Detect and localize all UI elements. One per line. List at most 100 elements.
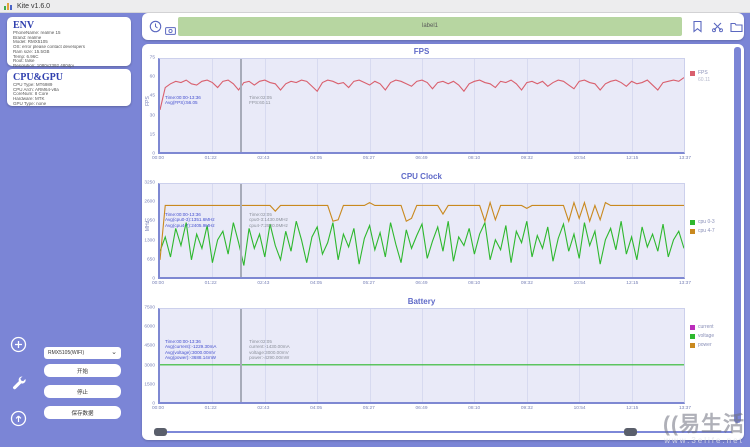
cursor-tooltip: Time:02:05 cpu0-3:1430.0MHz cpu4-7:2500.0M…	[249, 212, 288, 228]
legend-item[interactable]: power	[690, 342, 734, 348]
x-tick-label: 00:00	[151, 406, 165, 411]
toolbar: label1	[142, 13, 744, 40]
legend-label: FPS	[698, 70, 708, 76]
x-tick-label: 04:05	[310, 156, 323, 161]
cursor-tooltip: Time:02:05 current:-1430.00mA voltage:3000…	[249, 339, 290, 361]
cpu-gpu-info-list: CPU Type: MT6989 CPU Arch: ARM64-v8a CoreN…	[13, 83, 125, 107]
window-title: Kite v1.6.0	[17, 2, 51, 10]
x-tick-label: 13:37	[678, 281, 692, 286]
x-tick-label: 01:22	[204, 156, 217, 161]
y-axis: 7500 6000 4500 3000 1500 0	[142, 305, 156, 407]
legend-label: power	[698, 342, 712, 348]
x-tick-label: 13:37	[678, 406, 692, 411]
env-panel-title: ENV	[13, 20, 35, 31]
cloud-upload-button[interactable]	[10, 410, 27, 427]
x-tick-label: 04:05	[310, 281, 323, 286]
add-device-button[interactable]	[10, 336, 27, 353]
x-tick-label: 06:49	[415, 156, 428, 161]
y-tick-label: 1300	[144, 238, 155, 244]
avg-tooltip: Time:00:00-13:36 Avg(current):-1229.30mA A…	[165, 339, 217, 361]
chart-legend: FPS 60.11	[690, 70, 734, 86]
legend-swatch	[690, 228, 695, 234]
vertical-scrollbar[interactable]	[734, 47, 741, 423]
window-titlebar: Kite v1.6.0	[0, 0, 750, 13]
x-tick-label: 08:10	[468, 406, 481, 411]
y-tick-label: 15	[149, 132, 155, 138]
save-data-button[interactable]: 保存数据	[44, 406, 121, 419]
x-tick-label: 01:22	[204, 406, 217, 411]
timer-icon[interactable]	[149, 20, 162, 38]
tooltip-line: Avg(FPS):56.05	[165, 100, 198, 106]
device-select[interactable]: RMX5105(WIFI) ⌄	[44, 347, 121, 359]
chart-legend: current voltage power	[690, 324, 734, 351]
x-tick-label: 05:27	[362, 156, 375, 161]
y-tick-label: 1500	[144, 382, 155, 388]
screenshot-icon[interactable]	[165, 22, 176, 40]
avg-tooltip: Time:00:00-13:36 Avg(cpu0-3):1351.6MHz Avg…	[165, 212, 215, 228]
legend-item[interactable]: FPS	[690, 70, 734, 76]
x-axis: 00:00 01:22 02:43 04:05 05:27 06:49 08:10 09:32…	[152, 406, 691, 414]
y-tick-label: 650	[146, 257, 155, 263]
x-axis: 00:00 01:22 02:43 04:05 05:27 06:49 08:10 09:32…	[152, 281, 691, 289]
y-tick-label: 1950	[144, 218, 155, 224]
y-tick-label: 7500	[144, 305, 155, 311]
label-field[interactable]: label1	[178, 17, 682, 36]
y-axis: 75 60 45 30 15 0	[142, 55, 156, 157]
legend-swatch	[690, 219, 695, 225]
stop-button[interactable]: 停止	[44, 385, 121, 398]
y-tick-label: 30	[149, 113, 155, 119]
tooltip-line: FPS:60.11	[249, 100, 271, 106]
y-tick-label: 75	[149, 55, 155, 61]
info-line: Resolution: 1080x2392 480dpi	[13, 63, 74, 68]
legend-swatch	[690, 342, 695, 348]
tooltip-line: Avg(power):-3688.14mW	[165, 355, 216, 361]
legend-item[interactable]: cpu 4-7	[690, 228, 734, 234]
x-tick-label: 12:15	[626, 406, 639, 411]
info-line: GPU Type: none	[13, 101, 47, 106]
charts-panel: FPS FPS 75 60 45 30 15 0 Time:00:00-13:36 Avg(…	[142, 44, 744, 440]
legend-item[interactable]: current	[690, 324, 734, 330]
legend-item[interactable]: cpu 0-3	[690, 219, 734, 225]
plot-area[interactable]: Time:00:00-13:36 Avg(cpu0-3):1351.6MHz Avg…	[158, 183, 685, 279]
env-panel: ENV PhoneName: realme 15 Brand: realme Mod…	[7, 17, 131, 68]
x-tick-label: 02:43	[257, 156, 270, 161]
slider-track[interactable]	[160, 431, 732, 433]
plot-area[interactable]: Time:00:00-13:36 Avg(FPS):56.05 Time:02:05…	[158, 58, 685, 154]
application-window: Kite v1.6.0 ENV PhoneName: realme 15 Bran…	[0, 0, 750, 447]
x-axis: 00:00 01:22 02:43 04:05 05:27 06:49 08:10 09:32…	[152, 156, 691, 164]
x-tick-label: 00:00	[151, 156, 165, 161]
x-tick-label: 05:27	[362, 406, 375, 411]
y-tick-label: 2600	[144, 199, 155, 205]
settings-wrench-button[interactable]	[10, 374, 27, 391]
x-tick-label: 06:49	[415, 281, 428, 286]
slider-handle-left[interactable]	[154, 428, 167, 436]
time-range-slider	[142, 426, 744, 438]
x-tick-label: 08:10	[468, 156, 481, 161]
legend-item[interactable]: voltage	[690, 333, 734, 339]
y-tick-label: 60	[149, 74, 155, 80]
legend-value: 60.11	[698, 77, 711, 83]
legend-swatch	[690, 70, 695, 76]
cpu-gpu-panel-title: CPU&GPU	[13, 72, 63, 83]
bookmark-icon[interactable]	[692, 20, 703, 38]
cursor-tooltip: Time:02:05 FPS:60.11	[249, 95, 272, 106]
legend-swatch	[690, 333, 695, 339]
scissors-icon[interactable]	[711, 20, 724, 38]
plot-area[interactable]: Time:00:00-13:36 Avg(current):-1229.30mA A…	[158, 308, 685, 404]
cpu-gpu-panel: CPU&GPU CPU Type: MT6989 CPU Arch: ARM64-…	[7, 69, 131, 106]
slider-handle-right[interactable]	[624, 428, 637, 436]
cursor-line	[240, 184, 243, 277]
y-tick-label: 45	[149, 93, 155, 99]
device-select-value: RMX5105(WIFI)	[48, 350, 85, 356]
cursor-line	[240, 59, 243, 152]
app-icon	[4, 2, 13, 10]
x-tick-label: 12:15	[626, 281, 639, 286]
y-tick-label: 3250	[144, 180, 155, 186]
chart-title: Battery	[407, 297, 436, 306]
start-button[interactable]: 开始	[44, 364, 121, 377]
chart-title: FPS	[413, 47, 430, 56]
chart-legend: cpu 0-3 cpu 4-7	[690, 219, 734, 237]
export-folder-icon[interactable]	[730, 20, 743, 38]
battery-chart: Battery 7500 6000 4500 3000 1500 0 Time:00:00…	[142, 296, 732, 421]
y-tick-label: 4500	[144, 343, 155, 349]
